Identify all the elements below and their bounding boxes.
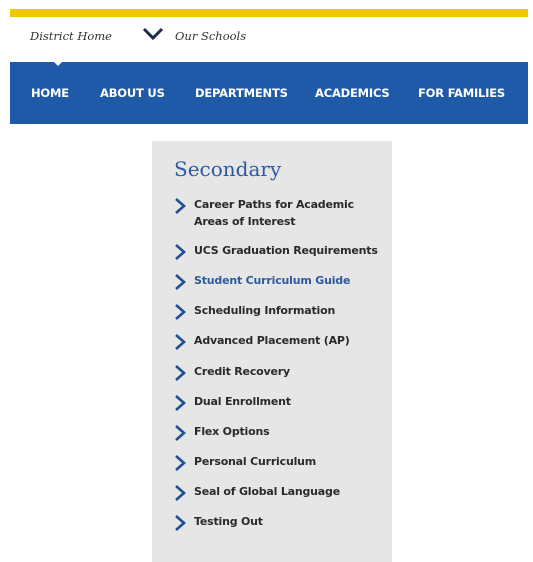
chevron-right-icon — [175, 274, 186, 290]
list-item-label: Advanced Placement (AP) — [194, 334, 350, 347]
nav-item-departments[interactable]: DEPARTMENTS — [195, 86, 288, 100]
chevron-right-icon — [175, 455, 186, 471]
chevron-right-icon — [175, 515, 186, 531]
nav-item-home[interactable]: HOME — [31, 86, 69, 100]
chevron-right-icon — [175, 334, 186, 350]
list-item-label: Seal of Global Language — [194, 485, 340, 498]
chevron-down-icon[interactable] — [142, 27, 164, 41]
list-item-label: Dual Enrollment — [194, 395, 291, 408]
chevron-right-icon — [175, 198, 186, 214]
list-item-label: Testing Out — [194, 515, 263, 528]
top-accent-bar — [10, 9, 528, 17]
district-home-link[interactable]: District Home — [30, 29, 112, 43]
list-item-label: Credit Recovery — [194, 365, 290, 378]
nav-item-academics[interactable]: ACADEMICS — [315, 86, 390, 100]
chevron-right-icon — [175, 425, 186, 441]
chevron-right-icon — [175, 395, 186, 411]
panel-title: Secondary — [174, 157, 282, 181]
list-item-label: UCS Graduation Requirements — [194, 244, 378, 257]
list-item-label: Scheduling Information — [194, 304, 336, 317]
list-item-label: Personal Curriculum — [194, 455, 317, 468]
list-item-label: Student Curriculum Guide — [194, 274, 351, 287]
main-navigation: HOME ABOUT US DEPARTMENTS ACADEMICS FOR … — [10, 62, 528, 124]
nav-item-about-us[interactable]: ABOUT US — [100, 86, 165, 100]
secondary-sidebar-panel: Secondary Career Paths for Academic Area… — [152, 141, 392, 562]
utility-links: District Home Our Schools — [10, 24, 528, 52]
chevron-right-icon — [175, 244, 186, 260]
list-item-label: Career Paths for Academic Areas of Inter… — [194, 198, 354, 228]
chevron-right-icon — [175, 365, 186, 381]
list-item-label: Flex Options — [194, 425, 270, 438]
active-nav-indicator — [48, 56, 68, 66]
our-schools-link[interactable]: Our Schools — [175, 29, 246, 43]
chevron-right-icon — [175, 485, 186, 501]
nav-item-for-families[interactable]: FOR FAMILIES — [418, 86, 505, 100]
chevron-right-icon — [175, 304, 186, 320]
